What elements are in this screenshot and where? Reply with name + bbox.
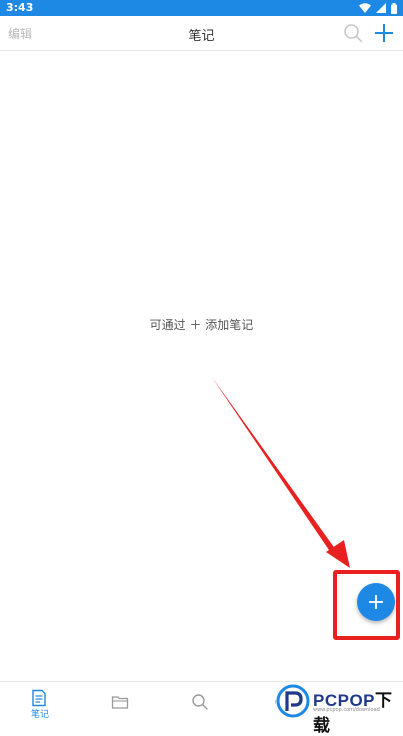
watermark-url: www.pcpop.com/download [313, 707, 380, 713]
tab-notes[interactable]: 笔记 [0, 682, 80, 721]
add-note-icon[interactable] [373, 22, 395, 44]
signal-icon [376, 3, 386, 13]
plus-icon [369, 595, 383, 609]
pcpop-logo-icon [276, 684, 310, 718]
status-bar: 3:43 [0, 0, 403, 16]
status-time: 3:43 [6, 1, 34, 14]
search-icon [192, 694, 208, 710]
annotation-arrow [211, 376, 350, 568]
tab-notes-label: 笔记 [30, 710, 49, 720]
note-icon [32, 689, 46, 707]
empty-state-hint: 可通过 ＋ 添加笔记 [149, 318, 254, 332]
tab-search[interactable] [161, 682, 241, 721]
wifi-icon [359, 3, 371, 13]
folder-icon [111, 696, 129, 709]
app-bar: 编辑 笔记 [0, 16, 403, 51]
pcpop-watermark: PCPOP下载 www.pcpop.com/download [276, 683, 403, 735]
status-icons [359, 2, 397, 14]
battery-icon [391, 2, 397, 14]
add-note-fab[interactable] [357, 583, 395, 621]
search-icon[interactable] [343, 23, 363, 43]
tab-folders[interactable] [81, 682, 161, 721]
